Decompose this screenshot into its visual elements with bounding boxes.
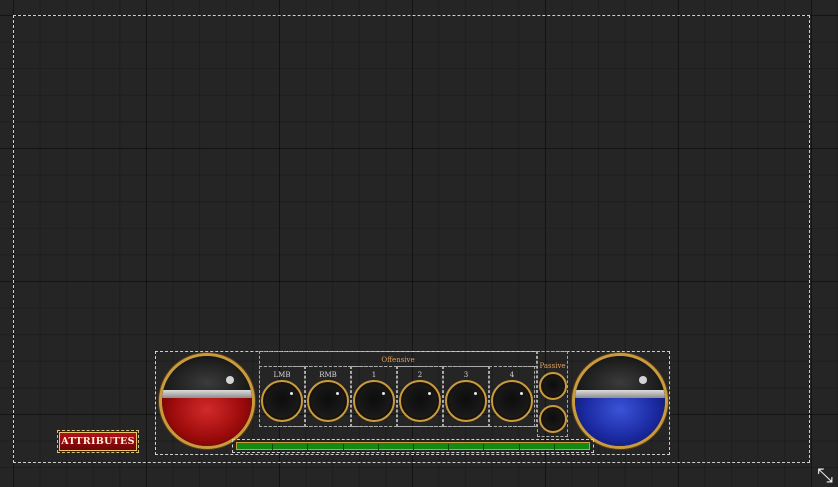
- experience-tick: [342, 444, 344, 450]
- slot-glint: [336, 392, 339, 395]
- slot-glint: [428, 392, 431, 395]
- experience-tick: [307, 444, 309, 450]
- passive-slot[interactable]: [539, 372, 567, 400]
- experience-tick: [553, 444, 555, 450]
- experience-tick: [272, 444, 274, 450]
- health-orb-glint: [226, 376, 234, 384]
- offensive-label: Offensive: [381, 356, 415, 364]
- skill-slot[interactable]: [491, 380, 533, 422]
- experience-tick: [377, 444, 379, 450]
- skill-slot[interactable]: [399, 380, 441, 422]
- skill-slot[interactable]: [353, 380, 395, 422]
- skill-slot[interactable]: [445, 380, 487, 422]
- skill-slot-label: 2: [417, 371, 423, 379]
- slot-glint: [290, 392, 293, 395]
- resize-diagonal-icon[interactable]: ⤡: [812, 463, 838, 487]
- experience-tick: [518, 444, 520, 450]
- mana-orb-glint: [639, 376, 647, 384]
- skill-panel: Offensive Passive LMB RMB 1 2 3 4: [259, 351, 568, 437]
- experience-bar: [232, 439, 594, 453]
- skill-slot-label: RMB: [319, 371, 337, 379]
- skill-slot-label: LMB: [273, 371, 291, 379]
- passive-label: Passive: [539, 362, 566, 370]
- health-orb: [159, 353, 255, 449]
- slot-glint: [520, 392, 523, 395]
- health-orb-empty: [162, 356, 252, 394]
- experience-track: [236, 442, 590, 450]
- skill-slot[interactable]: [307, 380, 349, 422]
- skill-slot-label: 3: [463, 371, 469, 379]
- slot-glint: [474, 392, 477, 395]
- attributes-button[interactable]: ATTRIBUTES: [57, 430, 139, 453]
- health-orb-level-band: [162, 390, 252, 398]
- experience-tick: [448, 444, 450, 450]
- skill-slot[interactable]: [261, 380, 303, 422]
- skill-slot-label: 1: [371, 371, 377, 379]
- slot-glint: [382, 392, 385, 395]
- mana-orb-empty: [575, 356, 665, 394]
- passive-slot[interactable]: [539, 405, 567, 433]
- mana-orb: [572, 353, 668, 449]
- attributes-button-label: ATTRIBUTES: [59, 432, 137, 451]
- skill-slot-label: 4: [509, 371, 515, 379]
- experience-tick: [413, 444, 414, 450]
- mana-orb-level-band: [575, 390, 665, 398]
- experience-tick: [483, 444, 485, 450]
